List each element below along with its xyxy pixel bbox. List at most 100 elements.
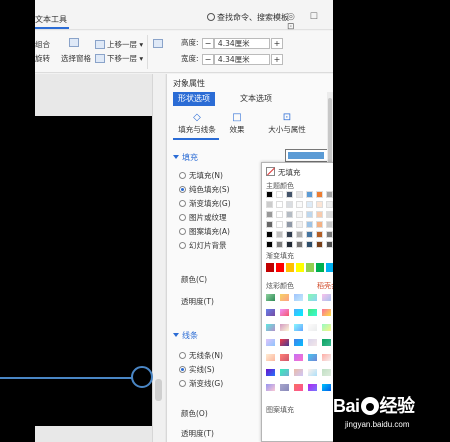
theme-color-swatch[interactable] bbox=[286, 241, 293, 248]
tab-text-options[interactable]: 文本选项 bbox=[235, 92, 277, 106]
theme-color-swatch[interactable] bbox=[316, 221, 323, 228]
theme-color-swatch[interactable] bbox=[276, 241, 283, 248]
standard-color-swatch[interactable] bbox=[316, 263, 324, 272]
gradient-swatch[interactable] bbox=[321, 308, 332, 317]
fill-option-gradient[interactable]: 渐变填充(G) bbox=[179, 198, 231, 209]
theme-color-swatch[interactable] bbox=[296, 221, 303, 228]
theme-color-swatch[interactable] bbox=[266, 201, 273, 208]
theme-color-swatch[interactable] bbox=[286, 221, 293, 228]
member-link[interactable]: 稻壳会员免... bbox=[317, 281, 333, 291]
theme-color-swatch[interactable] bbox=[296, 211, 303, 218]
gradient-swatch[interactable] bbox=[307, 293, 318, 302]
gradient-swatch[interactable] bbox=[293, 308, 304, 317]
theme-color-swatch[interactable] bbox=[276, 231, 283, 238]
fill-option-picture[interactable]: 图片或纹理 bbox=[179, 212, 227, 223]
standard-color-swatch[interactable] bbox=[326, 263, 333, 272]
theme-color-swatch[interactable] bbox=[286, 201, 293, 208]
send-backward-button[interactable]: 下移一层 ▾ bbox=[95, 53, 143, 64]
height-input[interactable]: 4.34厘米 bbox=[213, 37, 270, 49]
theme-color-swatch[interactable] bbox=[296, 241, 303, 248]
gradient-swatch[interactable] bbox=[265, 293, 276, 302]
theme-color-swatch[interactable] bbox=[316, 231, 323, 238]
canvas-scrollbar-thumb[interactable] bbox=[155, 379, 162, 401]
gradient-swatch[interactable] bbox=[321, 338, 332, 347]
line-option-none[interactable]: 无线条(N) bbox=[179, 350, 223, 361]
theme-color-swatch[interactable] bbox=[266, 241, 273, 248]
theme-color-swatch[interactable] bbox=[276, 201, 283, 208]
gradient-swatch[interactable] bbox=[307, 308, 318, 317]
gradient-swatch[interactable] bbox=[293, 383, 304, 392]
theme-color-swatch[interactable] bbox=[316, 211, 323, 218]
theme-color-swatch[interactable] bbox=[326, 211, 333, 218]
video-progress-bar[interactable] bbox=[0, 377, 133, 379]
bring-forward-button[interactable]: 上移一层 ▾ bbox=[95, 39, 143, 50]
standard-color-swatch[interactable] bbox=[296, 263, 304, 272]
gradient-swatch[interactable] bbox=[279, 308, 290, 317]
crop-button[interactable] bbox=[153, 39, 165, 48]
standard-color-swatch[interactable] bbox=[266, 263, 274, 272]
window-icons[interactable]: ◎ ☐ ⊡ bbox=[287, 12, 333, 32]
gradient-swatch[interactable] bbox=[307, 368, 318, 377]
gradient-swatch[interactable] bbox=[265, 323, 276, 332]
height-increment[interactable]: + bbox=[270, 37, 283, 49]
gradient-swatch[interactable] bbox=[279, 383, 290, 392]
theme-color-swatch[interactable] bbox=[266, 191, 273, 198]
gradient-swatch[interactable] bbox=[279, 353, 290, 362]
fill-option-solid[interactable]: 纯色填充(S) bbox=[179, 184, 230, 195]
gradient-swatch[interactable] bbox=[279, 323, 290, 332]
line-section-header[interactable]: 线条 bbox=[173, 330, 198, 341]
theme-color-swatch[interactable] bbox=[306, 241, 313, 248]
gradient-swatch[interactable] bbox=[265, 368, 276, 377]
gradient-swatch[interactable] bbox=[279, 338, 290, 347]
theme-color-swatch[interactable] bbox=[296, 231, 303, 238]
fill-option-pattern[interactable]: 图案填充(A) bbox=[179, 226, 230, 237]
height-decrement[interactable]: − bbox=[201, 37, 214, 49]
gradient-swatch[interactable] bbox=[265, 308, 276, 317]
group-button[interactable]: 组合 bbox=[35, 39, 50, 50]
no-fill-option[interactable]: 无填充 bbox=[266, 167, 301, 178]
theme-color-swatch[interactable] bbox=[266, 231, 273, 238]
theme-color-swatch[interactable] bbox=[296, 201, 303, 208]
theme-color-swatch[interactable] bbox=[306, 221, 313, 228]
gradient-swatch[interactable] bbox=[321, 323, 332, 332]
gradient-swatch[interactable] bbox=[307, 338, 318, 347]
theme-color-swatch[interactable] bbox=[276, 221, 283, 228]
gradient-swatch[interactable] bbox=[279, 293, 290, 302]
text-tools-tab[interactable]: 文本工具 bbox=[35, 14, 67, 25]
gradient-swatch[interactable] bbox=[293, 323, 304, 332]
theme-color-swatch[interactable] bbox=[296, 191, 303, 198]
theme-color-swatch[interactable] bbox=[286, 211, 293, 218]
gradient-swatch[interactable] bbox=[307, 323, 318, 332]
subtab-size[interactable]: ⊡ 大小与属性 bbox=[261, 112, 313, 135]
theme-color-swatch[interactable] bbox=[286, 231, 293, 238]
theme-color-swatch[interactable] bbox=[276, 191, 283, 198]
theme-color-swatch[interactable] bbox=[316, 241, 323, 248]
theme-color-swatch[interactable] bbox=[316, 191, 323, 198]
gradient-swatch[interactable] bbox=[307, 383, 318, 392]
gradient-swatch[interactable] bbox=[265, 353, 276, 362]
gradient-swatch[interactable] bbox=[321, 383, 332, 392]
gradient-swatch[interactable] bbox=[307, 353, 318, 362]
gradient-swatch[interactable] bbox=[321, 293, 332, 302]
fill-option-none[interactable]: 无填充(N) bbox=[179, 170, 223, 181]
gradient-swatch[interactable] bbox=[293, 293, 304, 302]
theme-color-swatch[interactable] bbox=[306, 231, 313, 238]
theme-color-swatch[interactable] bbox=[326, 241, 333, 248]
theme-color-swatch[interactable] bbox=[266, 221, 273, 228]
gradient-swatch[interactable] bbox=[321, 353, 332, 362]
canvas-scrollbar[interactable] bbox=[152, 74, 165, 442]
theme-color-swatch[interactable] bbox=[306, 211, 313, 218]
command-search[interactable]: 查找命令、搜索模板 bbox=[207, 12, 289, 23]
theme-color-swatch[interactable] bbox=[326, 221, 333, 228]
tab-shape-options[interactable]: 形状选项 bbox=[173, 92, 215, 106]
rotate-button[interactable]: 旋转 bbox=[35, 53, 50, 64]
gradient-swatch[interactable] bbox=[293, 353, 304, 362]
gradient-swatch[interactable] bbox=[321, 368, 332, 377]
standard-color-swatch[interactable] bbox=[276, 263, 284, 272]
gradient-swatch[interactable] bbox=[279, 368, 290, 377]
standard-color-swatch[interactable] bbox=[306, 263, 314, 272]
theme-color-swatch[interactable] bbox=[286, 191, 293, 198]
fill-color-dropdown[interactable] bbox=[285, 149, 333, 162]
width-decrement[interactable]: − bbox=[201, 53, 214, 65]
gradient-swatch[interactable] bbox=[293, 338, 304, 347]
